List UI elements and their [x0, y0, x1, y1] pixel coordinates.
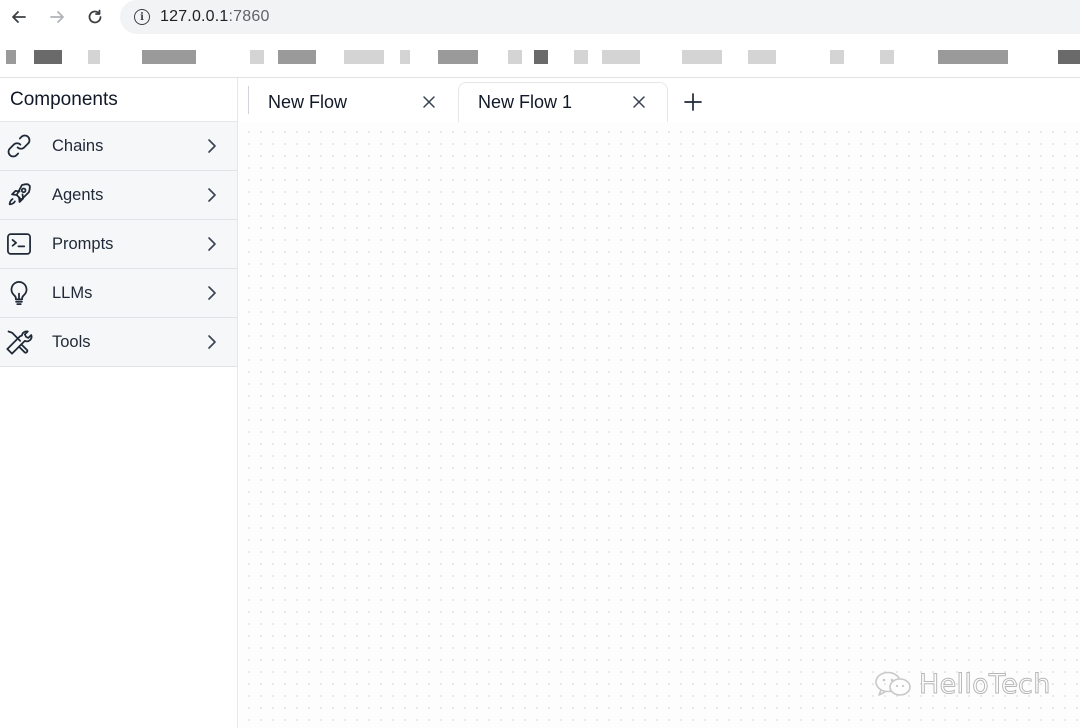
address-bar[interactable]: i 127.0.0.1:7860 [120, 0, 1080, 34]
back-button[interactable] [0, 0, 38, 34]
close-icon[interactable] [632, 95, 646, 109]
flow-canvas[interactable] [239, 122, 1080, 728]
bookmark-item[interactable] [6, 50, 16, 64]
bookmark-item[interactable] [938, 50, 1008, 64]
bookmark-item[interactable] [682, 50, 722, 64]
sidebar-item-label: Agents [52, 185, 104, 204]
chevron-right-icon [208, 286, 216, 300]
bookmark-item[interactable] [830, 50, 844, 64]
bookmark-item[interactable] [880, 50, 894, 64]
lightbulb-icon [0, 269, 52, 318]
chevron-right-icon [208, 335, 216, 349]
arrow-right-icon [50, 11, 64, 23]
info-icon[interactable]: i [134, 9, 150, 25]
bookmark-item[interactable] [508, 50, 522, 64]
bookmark-item[interactable] [1058, 50, 1080, 64]
sidebar-item-label: LLMs [52, 283, 93, 302]
sidebar-item-llms[interactable]: LLMs [0, 269, 237, 318]
url-text: 127.0.0.1:7860 [160, 8, 270, 26]
bookmark-item[interactable] [400, 50, 410, 64]
arrow-left-icon [12, 11, 26, 23]
url-host: 127.0.0.1 [160, 8, 229, 25]
sidebar-item-prompts[interactable]: Prompts [0, 220, 237, 269]
tab-new-flow[interactable]: New Flow [258, 82, 458, 122]
tab-new-flow-1[interactable]: New Flow 1 [458, 82, 668, 122]
wrench-screwdriver-icon [0, 318, 52, 367]
close-icon[interactable] [422, 95, 436, 109]
watermark: HelloTech [873, 668, 1051, 700]
forward-button[interactable] [38, 0, 76, 34]
bookmark-item[interactable] [574, 50, 588, 64]
tab-divider [248, 86, 249, 114]
chevron-right-icon [208, 188, 216, 202]
browser-toolbar: i 127.0.0.1:7860 [0, 0, 1080, 34]
tab-label: New Flow 1 [478, 92, 573, 112]
sidebar-item-label: Prompts [52, 234, 114, 253]
link-icon [0, 122, 52, 171]
bookmark-item[interactable] [534, 50, 548, 64]
bookmark-item[interactable] [438, 50, 478, 64]
sidebar-item-agents[interactable]: Agents [0, 171, 237, 220]
wechat-icon [875, 671, 911, 696]
bookmark-item[interactable] [88, 50, 100, 64]
sidebar-item-chains[interactable]: Chains [0, 122, 237, 171]
sidebar-item-label: Tools [52, 332, 91, 351]
chevron-right-icon [208, 237, 216, 251]
bookmark-item[interactable] [34, 50, 62, 64]
rocket-icon [0, 171, 52, 220]
flow-tabs: New Flow New Flow 1 [239, 78, 1080, 122]
chevron-right-icon [208, 139, 216, 153]
components-sidebar: Components Chains Agents Prompts LLMs To… [0, 78, 238, 728]
sidebar-title: Components [0, 78, 237, 122]
reload-button[interactable] [76, 0, 114, 34]
tab-label: New Flow [268, 91, 348, 112]
url-port: :7860 [228, 8, 270, 25]
bookmark-item[interactable] [748, 50, 776, 64]
bookmark-item[interactable] [142, 50, 196, 64]
bookmark-item[interactable] [344, 50, 384, 64]
plus-icon[interactable] [683, 92, 703, 112]
sidebar-item-tools[interactable]: Tools [0, 318, 237, 367]
bookmark-item[interactable] [278, 50, 316, 64]
bookmark-item[interactable] [250, 50, 264, 64]
bookmark-item[interactable] [602, 50, 640, 64]
sidebar-item-label: Chains [52, 136, 104, 155]
bookmarks-bar [0, 42, 1080, 72]
watermark-text: HelloTech [919, 668, 1051, 700]
reload-icon [88, 9, 102, 24]
terminal-icon [0, 220, 52, 269]
